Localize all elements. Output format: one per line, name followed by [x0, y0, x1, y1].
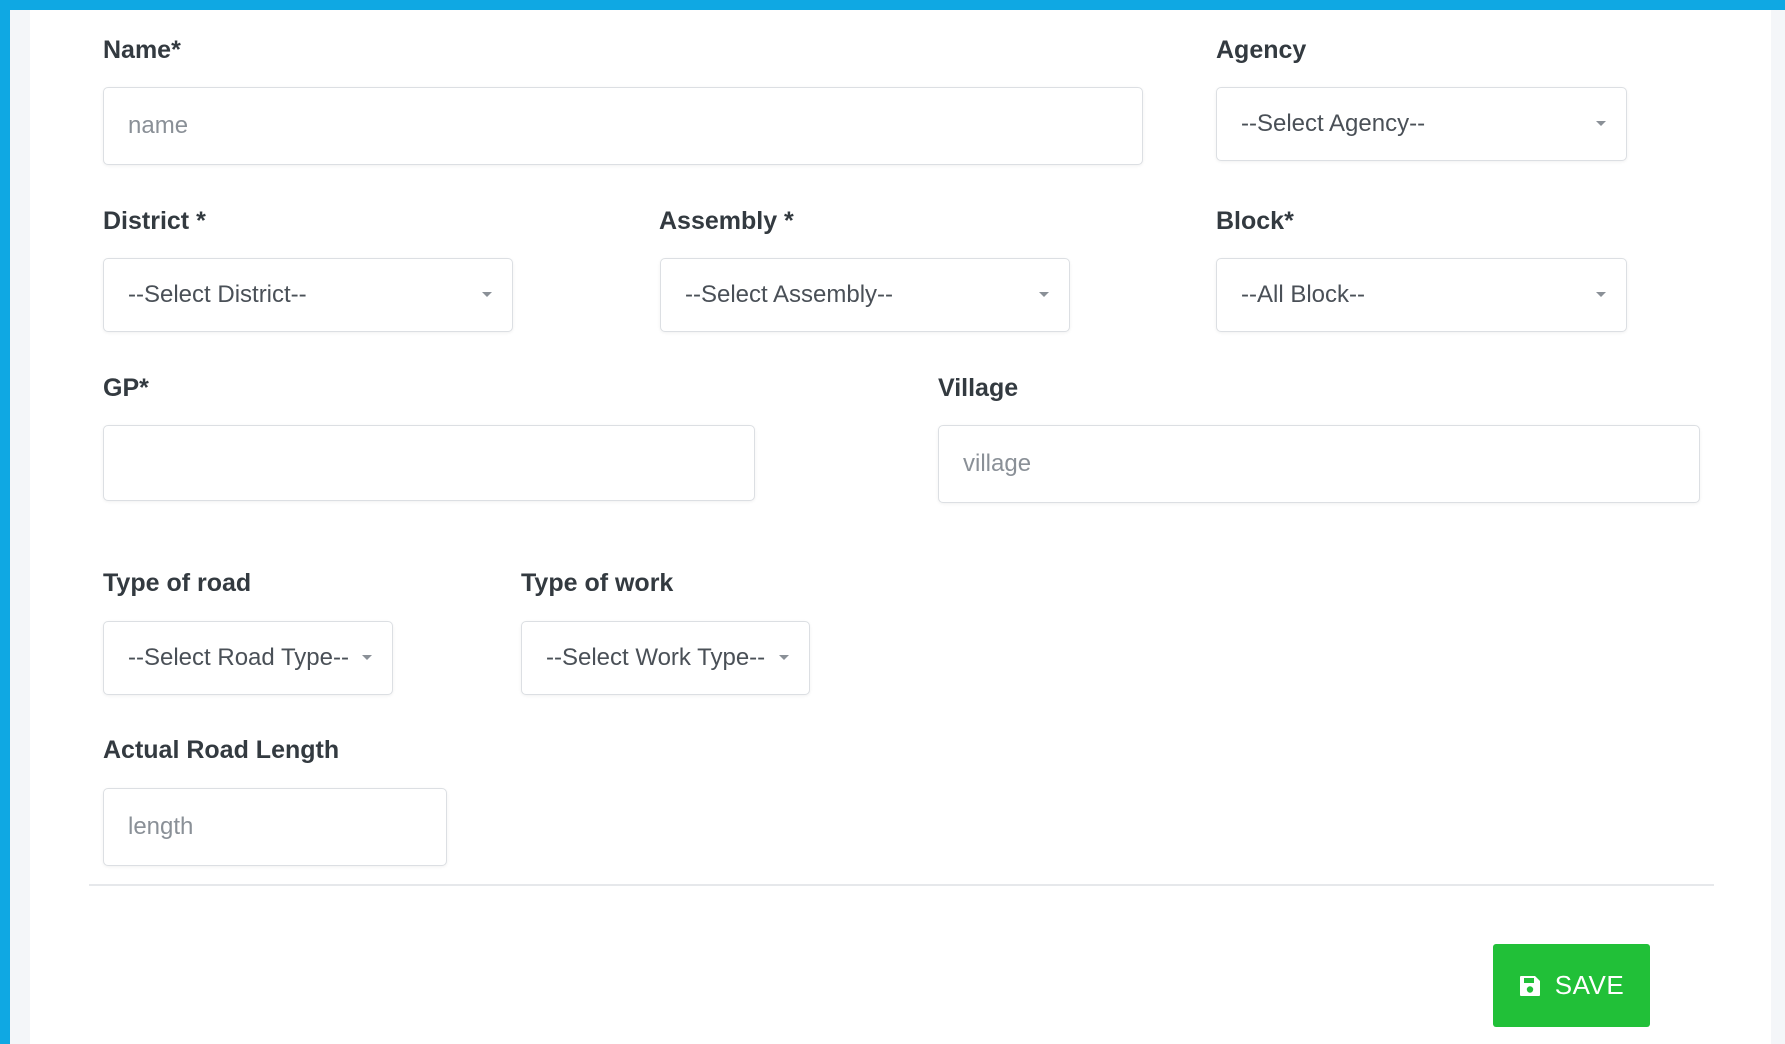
block-select[interactable]: --All Block--: [1216, 258, 1627, 332]
village-field-wrapper: [938, 425, 1700, 503]
form-divider: [89, 884, 1714, 886]
assembly-select-value: --Select Assembly--: [685, 281, 894, 308]
chevron-down-icon: [362, 655, 372, 660]
work-type-select-value: --Select Work Type--: [546, 644, 766, 671]
road-type-select[interactable]: --Select Road Type--: [103, 621, 393, 695]
road-length-label: Actual Road Length: [103, 736, 340, 764]
gp-label: GP*: [103, 374, 149, 402]
agency-label: Agency: [1216, 36, 1307, 64]
road-length-input[interactable]: [104, 789, 446, 865]
name-input[interactable]: [104, 88, 1142, 164]
district-select[interactable]: --Select District--: [103, 258, 513, 332]
save-button[interactable]: SAVE: [1493, 944, 1650, 1027]
district-label: District *: [103, 207, 206, 235]
district-select-value: --Select District--: [128, 281, 307, 308]
work-type-select[interactable]: --Select Work Type--: [521, 621, 810, 695]
village-label: Village: [938, 374, 1019, 402]
name-field-wrapper: [103, 87, 1143, 165]
chevron-down-icon: [1596, 292, 1606, 297]
save-button-label: SAVE: [1554, 970, 1625, 1000]
gp-input[interactable]: [104, 426, 754, 500]
road-type-select-value: --Select Road Type--: [128, 644, 349, 671]
chevron-down-icon: [779, 655, 789, 660]
agency-select-value: --Select Agency--: [1241, 110, 1426, 137]
chevron-down-icon: [1039, 292, 1049, 297]
road-type-label: Type of road: [103, 569, 252, 597]
chevron-down-icon: [1596, 121, 1606, 126]
road-length-field-wrapper: [103, 788, 447, 866]
assembly-select[interactable]: --Select Assembly--: [660, 258, 1070, 332]
gp-field-wrapper: [103, 425, 755, 501]
chevron-down-icon: [482, 292, 492, 297]
village-input[interactable]: [939, 426, 1699, 502]
floppy-disk-icon: [1519, 975, 1541, 997]
right-gutter: [1771, 10, 1785, 1044]
name-label: Name*: [103, 36, 181, 64]
agency-select[interactable]: --Select Agency--: [1216, 87, 1627, 161]
block-select-value: --All Block--: [1241, 281, 1365, 308]
work-type-label: Type of work: [521, 569, 674, 597]
block-label: Block*: [1216, 207, 1294, 235]
assembly-label: Assembly *: [659, 207, 794, 235]
left-gutter: [10, 10, 30, 1044]
